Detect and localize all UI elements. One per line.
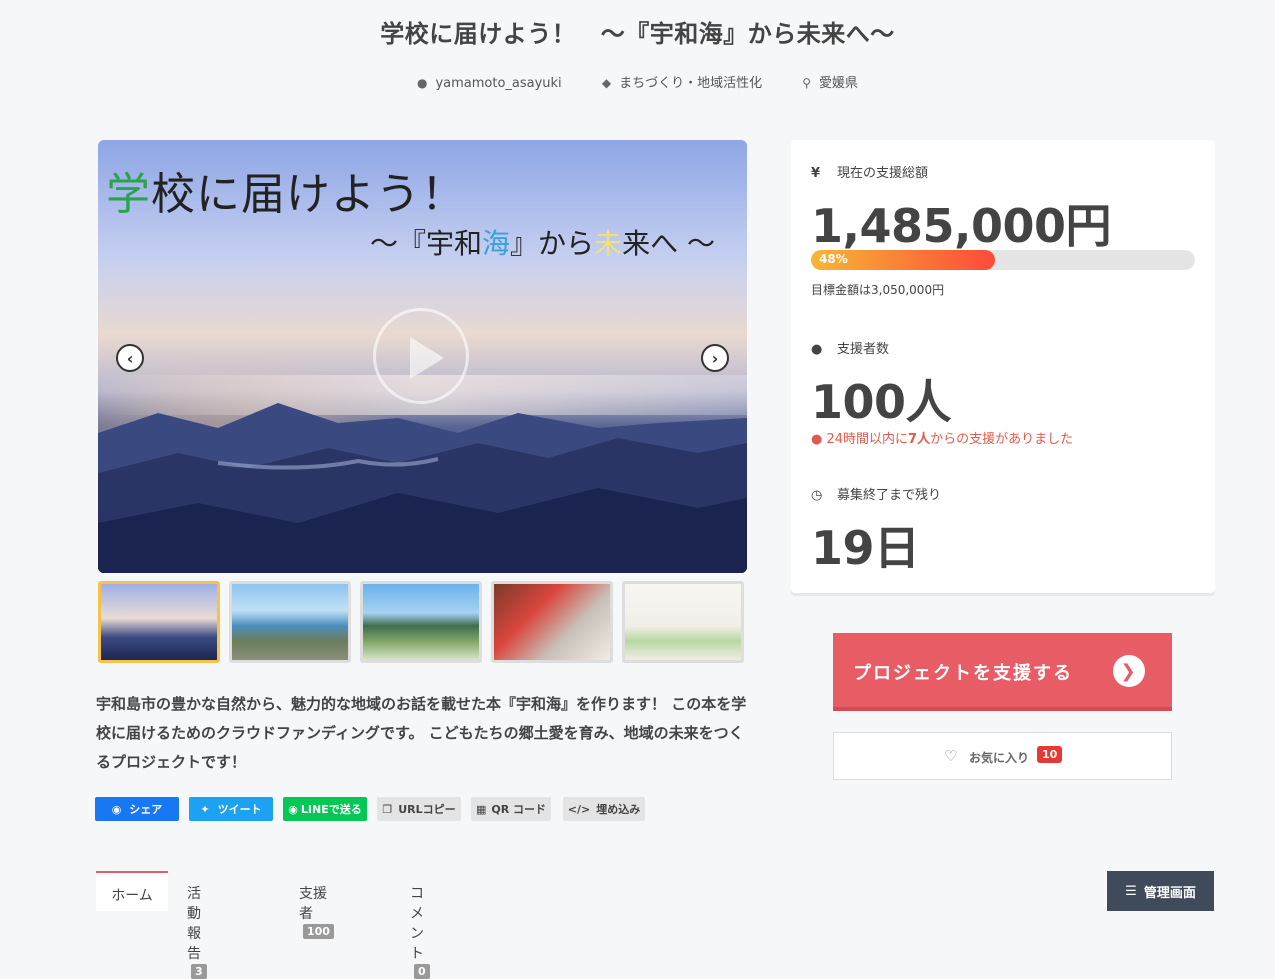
twitter-icon: ✦ <box>200 802 210 816</box>
user-icon: ● <box>416 76 428 90</box>
author-name: yamamoto_asayuki <box>435 76 562 91</box>
thumbnail-5[interactable] <box>622 581 744 663</box>
favorite-count: 10 <box>1037 746 1063 763</box>
funding-label: ¥ 現在の支援総額 <box>811 162 928 181</box>
url-copy-button[interactable]: ❐ URLコピー <box>377 797 461 821</box>
hero-caption-part-a: ～『宇和 <box>370 227 483 260</box>
facebook-share-button[interactable]: ◉ シェア <box>95 797 179 821</box>
project-description: 宇和島市の豊かな自然から、魅力的な地域のお話を載せた本『宇和海』を作ります！ こ… <box>96 695 747 771</box>
progress-fill: 48% <box>811 250 996 270</box>
hero-caption-part-d: 未 <box>594 227 623 260</box>
hero-caption-line1: 学校に届けよう！ <box>106 158 466 222</box>
favorite-button[interactable]: ♡ お気に入り 10 <box>833 732 1172 780</box>
recent-count: 7人 <box>908 432 931 447</box>
admin-button[interactable]: ☰ 管理画面 <box>1107 871 1214 911</box>
location-link[interactable]: ⚲ 愛媛県 <box>802 72 858 91</box>
thumbnail-3[interactable] <box>360 581 482 663</box>
tab-supporters-label: 支援者 <box>299 886 327 922</box>
play-icon[interactable] <box>373 308 469 404</box>
clock-icon: ◷ <box>811 488 823 503</box>
tab-activity[interactable]: 活動報告 3 <box>187 871 207 979</box>
line-icon: ◉ <box>288 802 298 816</box>
category-link[interactable]: ◆ まちづくり・地域活性化 <box>602 72 762 91</box>
tab-home-label: ホーム <box>111 888 153 904</box>
tab-activity-badge: 3 <box>191 964 207 979</box>
facebook-share-label: シェア <box>129 803 163 816</box>
copy-icon: ❐ <box>382 802 393 816</box>
embed-button[interactable]: </> 埋め込み <box>563 797 645 821</box>
tab-home[interactable]: ホーム <box>96 871 168 911</box>
chevron-right-icon[interactable]: › <box>701 344 729 372</box>
hero-caption-line2: ～『宇和海』から未来へ ～ <box>370 222 715 262</box>
author-link[interactable]: ● yamamoto_asayuki <box>417 76 562 91</box>
code-icon: </> <box>567 802 591 816</box>
location-name: 愛媛県 <box>819 76 859 91</box>
favorite-label: お気に入り <box>969 751 1030 765</box>
users-icon: ● <box>811 432 823 447</box>
progress-bar: 48% <box>811 250 1195 270</box>
tab-supporters-badge: 100 <box>303 924 334 939</box>
stats-card: ¥ 現在の支援総額 1,485,000円 48% 目標金額は3,050,000円 … <box>791 140 1215 593</box>
supporters-label-text: 支援者数 <box>837 342 890 357</box>
qr-code-label: QR コード <box>491 803 547 816</box>
support-project-button[interactable]: プロジェクトを支援する ❯ <box>833 633 1172 711</box>
user-icon: ● <box>811 342 823 357</box>
url-copy-label: URLコピー <box>398 803 456 816</box>
hero-caption-rest: 校に届けよう！ <box>151 169 466 220</box>
tab-comments[interactable]: コメント 0 <box>410 871 430 979</box>
twitter-share-label: ツイート <box>217 803 262 816</box>
chevron-left-icon[interactable]: ‹ <box>116 344 144 372</box>
recent-suffix: からの支援がありました <box>930 432 1074 447</box>
facebook-icon: ◉ <box>111 802 122 816</box>
remaining-label-text: 募集終了まで残り <box>837 488 942 503</box>
thumbnail-4[interactable] <box>491 581 613 663</box>
tab-activity-label: 活動報告 <box>187 886 201 962</box>
tab-comments-label: コメント <box>410 886 424 962</box>
hero-caption-part-c: 』から <box>510 227 595 260</box>
tag-icon: ◆ <box>601 76 612 90</box>
project-meta: ● yamamoto_asayuki ◆ まちづくり・地域活性化 ⚲ 愛媛県 <box>0 72 1275 91</box>
goal-amount: 目標金額は3,050,000円 <box>811 283 945 297</box>
category-name: まちづくり・地域活性化 <box>619 76 763 91</box>
chevron-right-icon: ❯ <box>1113 655 1145 687</box>
hero-caption-accent: 学 <box>106 169 151 220</box>
line-share-label: LINEで送る <box>300 803 362 816</box>
recent-prefix: 24時間以内に <box>826 432 909 447</box>
supporters-label: ● 支援者数 <box>811 338 889 357</box>
supporters-count: 100人 <box>811 375 952 429</box>
thumbnail-1[interactable] <box>98 581 220 663</box>
funding-label-text: 現在の支援総額 <box>837 166 929 181</box>
qr-icon: ▦ <box>475 802 487 816</box>
page-title: 学校に届けよう！ ～『宇和海』から未来へ～ <box>380 20 895 48</box>
map-pin-icon: ⚲ <box>802 76 812 90</box>
tab-supporters[interactable]: 支援者 100 <box>299 871 334 939</box>
thumbnail-2[interactable] <box>229 581 351 663</box>
recent-supporters: ● 24時間以内に7人からの支援がありました <box>811 428 1073 447</box>
embed-label: 埋め込み <box>596 803 641 816</box>
hero-caption-part-e: 来へ ～ <box>622 227 715 260</box>
menu-icon: ☰ <box>1125 883 1137 899</box>
tab-comments-badge: 0 <box>414 964 430 979</box>
remaining-days: 19日 <box>811 521 920 575</box>
hero-caption-part-b: 海 <box>482 227 511 260</box>
qr-code-button[interactable]: ▦ QR コード <box>471 797 551 821</box>
heart-icon: ♡ <box>944 747 958 765</box>
remaining-label: ◷ 募集終了まで残り <box>811 484 941 503</box>
progress-percent: 48% <box>819 252 848 266</box>
yen-icon: ¥ <box>811 166 821 181</box>
funding-amount: 1,485,000円 <box>811 199 1112 253</box>
support-button-label: プロジェクトを支援する <box>853 663 1073 684</box>
twitter-share-button[interactable]: ✦ ツイート <box>189 797 273 821</box>
admin-label: 管理画面 <box>1143 885 1196 901</box>
line-share-button[interactable]: ◉ LINEで送る <box>283 797 367 821</box>
project-video[interactable]: 学校に届けよう！ ～『宇和海』から未来へ ～ ‹ › <box>98 140 747 573</box>
